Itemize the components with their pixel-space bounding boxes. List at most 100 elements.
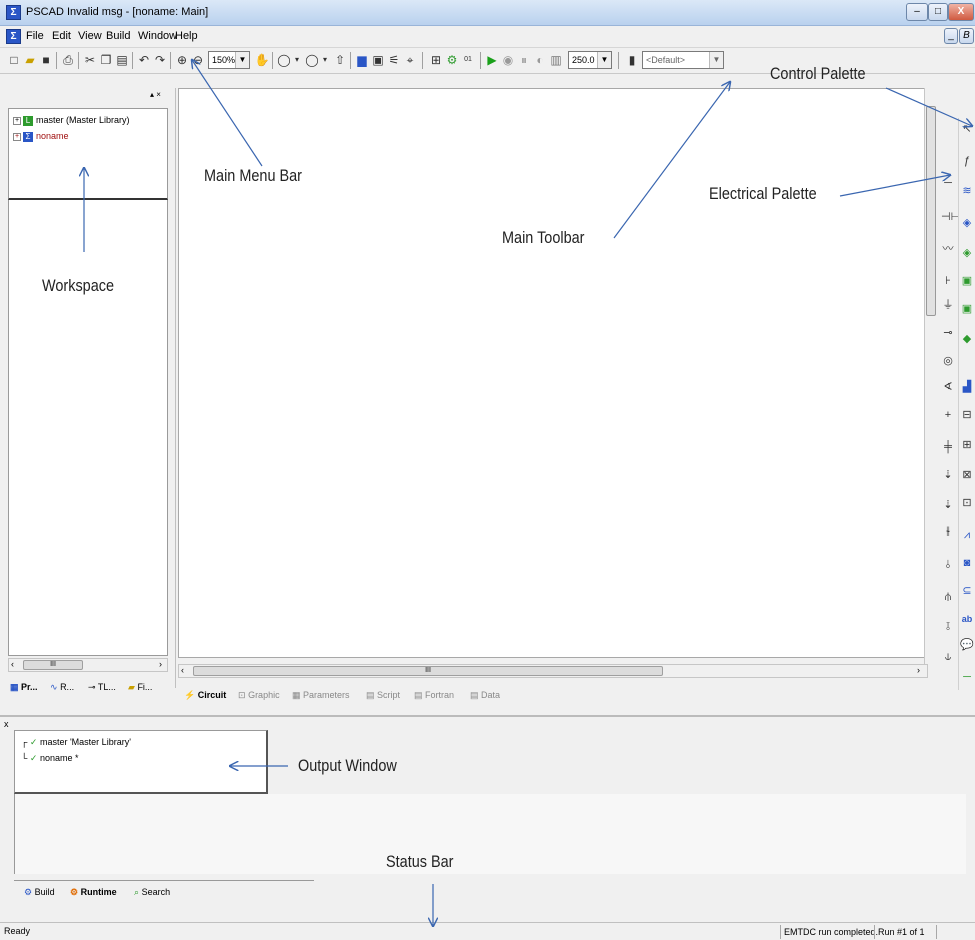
pause-icon[interactable]: ⏸ <box>516 52 532 68</box>
up-level-icon[interactable]: ⇧ <box>332 52 348 68</box>
menu-build[interactable]: Build <box>106 30 130 42</box>
pan-hand-icon[interactable]: ✋ <box>254 52 270 68</box>
back-icon[interactable]: ◯ <box>276 52 292 68</box>
tab-parameters[interactable]: ▦ Parameters <box>292 685 350 705</box>
chevron-down-icon[interactable]: ▼ <box>597 52 611 68</box>
stop-icon[interactable]: ◉ <box>500 52 516 68</box>
output-item-master[interactable]: ┌ ✓ master 'Master Library' <box>21 735 131 749</box>
expand-icon[interactable]: + <box>13 132 21 141</box>
copy-icon[interactable]: ❐ <box>98 52 114 68</box>
save-icon[interactable]: ■ <box>38 52 54 68</box>
menu-view[interactable]: View <box>78 30 102 42</box>
minimize-button[interactable]: – <box>906 3 928 21</box>
menu-edit[interactable]: Edit <box>52 30 71 42</box>
tab-script[interactable]: ▤ Script <box>366 685 400 705</box>
paste-icon[interactable]: ▤ <box>114 52 130 68</box>
tab-tl[interactable]: ⊸ TL... <box>86 678 116 696</box>
step-icon[interactable]: ◐ <box>532 52 548 68</box>
forward-icon[interactable]: ◯ <box>304 52 320 68</box>
wire-tool-icon[interactable]: ⚟ <box>386 52 402 68</box>
chevron-down-icon[interactable]: ▾ <box>292 52 302 68</box>
compile-icon[interactable]: ⊞ <box>428 52 444 68</box>
resistor-icon[interactable]: ─ <box>941 176 955 190</box>
expand-icon[interactable]: + <box>13 116 21 125</box>
new-file-icon[interactable]: □ <box>6 52 22 68</box>
tab-circuit[interactable]: ⚡ Circuit <box>184 685 226 705</box>
workspace-hscrollbar[interactable]: ‹ III › <box>8 658 168 672</box>
pin-icon[interactable]: ▴ × <box>150 90 161 99</box>
profile-combo[interactable]: <Default> ▼ <box>642 51 724 69</box>
snapshot-icon[interactable]: ▥ <box>548 52 564 68</box>
tab-projects[interactable]: ▦ Pr... <box>8 678 38 696</box>
open-folder-icon[interactable]: ▰ <box>22 52 38 68</box>
sticky-note-icon[interactable]: 💬 <box>960 638 974 652</box>
chevron-down-icon[interactable]: ▼ <box>235 52 249 68</box>
breaker-icon[interactable]: ⊸ <box>941 326 955 340</box>
profile-icon[interactable]: ▮ <box>624 52 640 68</box>
chevron-left-icon[interactable]: ‹ <box>181 665 184 675</box>
close-button[interactable]: X <box>948 3 974 21</box>
chevron-left-icon[interactable]: ‹ <box>11 659 14 669</box>
scroll-thumb[interactable]: III <box>23 660 83 670</box>
tab-graphic[interactable]: ⊡ Graphic <box>238 685 280 705</box>
capacitor-icon[interactable]: ⊣⊢ <box>941 210 960 224</box>
summer-icon[interactable]: ◈ <box>960 246 974 260</box>
find-binoculars-icon[interactable]: ⌖ <box>402 52 418 68</box>
inductor-icon[interactable]: 〰 <box>941 242 955 256</box>
polymeter-icon[interactable]: ⊆ <box>960 584 974 598</box>
comparator-icon[interactable]: ◆ <box>960 332 974 346</box>
meter-icon[interactable]: ∢ <box>941 380 955 394</box>
signal-icon[interactable]: ≋ <box>960 184 974 198</box>
redo-icon[interactable]: ↷ <box>152 52 168 68</box>
chevron-right-icon[interactable]: › <box>159 659 162 669</box>
ground-icon[interactable]: ⏚ <box>941 298 955 312</box>
output-item-noname[interactable]: └ ✓ noname * <box>21 751 78 765</box>
build-icon[interactable]: ⚙ <box>444 52 460 68</box>
text-label-icon[interactable]: ab <box>960 612 974 626</box>
document-icon[interactable]: Σ <box>6 29 21 44</box>
mdi-restore-button[interactable]: B <box>959 28 974 44</box>
tree-item-noname[interactable]: + Σnoname <box>13 129 69 143</box>
dial-icon[interactable]: ⊠ <box>960 468 974 482</box>
function-icon[interactable]: ƒ <box>960 154 974 168</box>
zoom-out-icon[interactable]: ⊖ <box>190 52 206 68</box>
fault-icon[interactable]: ⫝ <box>941 650 955 664</box>
zoom-combo[interactable]: 150% ▼ <box>208 51 250 69</box>
tab-search[interactable]: ⌕ Search <box>132 883 170 901</box>
gain-icon[interactable]: ◈ <box>960 216 974 230</box>
tab-build[interactable]: ⚙ Build <box>22 883 55 901</box>
menu-file[interactable]: File <box>26 30 44 42</box>
undo-icon[interactable]: ↶ <box>136 52 152 68</box>
source-icon[interactable]: ◎ <box>941 354 955 368</box>
tab-data[interactable]: ▤ Data <box>470 685 500 705</box>
wire-icon[interactable]: ─ <box>960 670 974 684</box>
chevron-down-icon[interactable]: ▾ <box>320 52 330 68</box>
multimeter-icon[interactable]: ⫛ <box>941 590 955 604</box>
tab-r[interactable]: ∿ R... <box>48 678 74 696</box>
run-icon[interactable]: ▶ <box>484 52 500 68</box>
module-icon[interactable]: ▣ <box>370 52 386 68</box>
chevron-down-icon[interactable]: ▼ <box>709 52 723 68</box>
zoom-in-icon[interactable]: ⊕ <box>174 52 190 68</box>
chevron-right-icon[interactable]: › <box>917 665 920 675</box>
pointer-icon[interactable]: ↖ <box>960 122 974 136</box>
tab-files[interactable]: ▰ Fi... <box>126 678 152 696</box>
graph-icon[interactable]: ▆ <box>354 52 370 68</box>
voltage-meter-icon[interactable]: ⇣ <box>941 498 955 512</box>
switch-icon[interactable]: ⫱ <box>941 620 955 634</box>
bus-icon[interactable]: ╪ <box>941 440 955 454</box>
node-icon[interactable]: + <box>941 408 955 422</box>
tap-icon[interactable]: ⫰ <box>941 558 955 572</box>
oscilloscope-icon[interactable]: ◙ <box>960 556 974 570</box>
integrator-icon[interactable]: ▣ <box>960 274 974 288</box>
button-control-icon[interactable]: ⊡ <box>960 496 974 510</box>
print-icon[interactable]: ⎙ <box>60 52 76 68</box>
cut-icon[interactable]: ✂ <box>82 52 98 68</box>
tree-item-master[interactable]: + Lmaster (Master Library) <box>13 113 130 127</box>
current-meter-icon[interactable]: ⇣ <box>941 468 955 482</box>
scroll-thumb[interactable]: III <box>193 666 663 676</box>
delay-icon[interactable]: ▣ <box>960 302 974 316</box>
tab-runtime[interactable]: ⚙ Runtime <box>68 883 117 901</box>
binary-icon[interactable]: 01 <box>460 52 476 68</box>
graph-frame-icon[interactable]: ⩘ <box>960 528 974 542</box>
